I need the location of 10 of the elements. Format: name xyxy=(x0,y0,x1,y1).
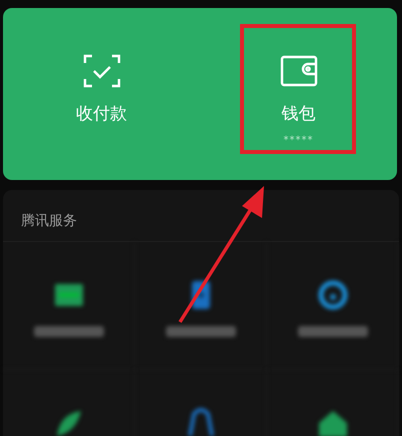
masked-balance: ***** xyxy=(284,135,314,146)
menu-label[interactable]: 钱包 xyxy=(282,102,316,125)
menu-label[interactable]: 收付款 xyxy=(76,102,127,125)
blurred-label xyxy=(298,326,368,337)
blurred-label xyxy=(166,326,236,337)
section-title: 腾讯服务 xyxy=(20,212,78,231)
wallet-icon xyxy=(280,54,318,88)
blurred-service-icon[interactable] xyxy=(316,280,350,310)
scan-check-icon xyxy=(82,54,120,88)
blurred-label xyxy=(34,326,104,337)
